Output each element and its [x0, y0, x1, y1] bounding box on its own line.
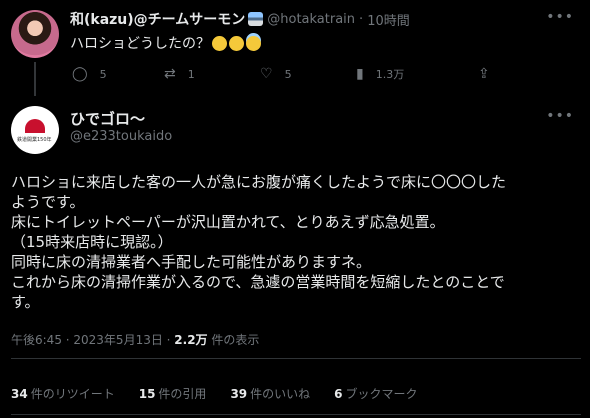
timestamp-date[interactable]: 午後6:45 · 2023年5月13日 · — [11, 333, 174, 347]
like-count: 5 — [284, 67, 292, 81]
reply-text-container: ハロショどうしたの？ — [70, 33, 261, 53]
author-name[interactable]: 和(kazu)@チームサーモン — [70, 9, 245, 29]
separator: · — [359, 11, 364, 27]
view-count: 1.3万 — [375, 68, 405, 81]
views-value: 2.2万 — [174, 333, 208, 347]
reply-actions: ◯ 5 ⇄ 1 ♡ 5 ▮ 1.3万 ⇪ — [72, 66, 502, 82]
like-button[interactable]: ♡ 5 — [260, 66, 292, 82]
author-name[interactable]: ひでゴロ〜 — [70, 108, 145, 129]
more-icon[interactable]: ••• — [546, 108, 574, 124]
avatar[interactable]: 鉄道開業150年 — [11, 106, 59, 154]
tweet-text-line: ようです。 — [11, 193, 85, 211]
tweet-text-line: これから床の清掃作業が入るので、急遽の営業時間を短縮したとのことで — [11, 273, 505, 291]
tweet-text-line: 同時に床の清掃業者へ手配した可能性がありますネ。 — [11, 253, 372, 271]
likes-label: 件のいいね — [250, 387, 311, 401]
more-icon[interactable]: ••• — [546, 9, 574, 25]
retweet-button[interactable]: ⇄ 1 — [164, 66, 195, 82]
timestamp[interactable]: 10時間 — [367, 10, 410, 29]
share-button[interactable]: ⇪ — [478, 66, 502, 82]
views-icon: ▮ — [356, 66, 364, 82]
bookmarks-stat[interactable]: 6 ブックマーク — [334, 385, 417, 402]
reply-tweet[interactable]: 和(kazu)@チームサーモン @hotakatrain · 10時間 ••• … — [0, 0, 590, 96]
retweets-label: 件のリツイート — [30, 387, 115, 401]
quotes-stat[interactable]: 15 件の引用 — [139, 385, 207, 402]
sleepy-face-emoji-icon — [212, 35, 227, 51]
reply-icon: ◯ — [72, 66, 88, 82]
retweets-count: 34 — [11, 387, 28, 401]
reply-count: 5 — [99, 67, 107, 81]
likes-stat[interactable]: 39 件のいいね — [230, 385, 310, 402]
train-emoji-icon — [248, 12, 264, 26]
tweet-text-line: ハロショに来店した客の一人が急にお腹が痛くしたようで床に〇〇〇した — [11, 173, 507, 191]
avatar-logo-text: 鉄道開業150年 — [17, 137, 52, 143]
author-handle[interactable]: @hotakatrain — [267, 12, 355, 27]
reply-text: ハロショどうしたの？ — [70, 36, 210, 52]
quotes-label: 件の引用 — [158, 387, 207, 401]
views-button[interactable]: ▮ 1.3万 — [356, 66, 404, 82]
bookmarks-count: 6 — [334, 387, 343, 401]
share-icon: ⇪ — [478, 66, 490, 82]
likes-count: 39 — [230, 387, 248, 401]
quotes-count: 15 — [138, 387, 156, 401]
tweet-text-line: （15時来店時に現認。） — [11, 233, 173, 251]
retweet-count: 1 — [187, 67, 195, 81]
views-label: 件の表示 — [207, 333, 260, 347]
bookmarks-label: ブックマーク — [345, 387, 418, 401]
sleepy-face-emoji-icon — [229, 35, 244, 51]
thread-line — [34, 62, 36, 96]
heart-icon: ♡ — [260, 66, 273, 82]
tweet-body: ハロショに来店した客の一人が急にお腹が痛くしたようで床に〇〇〇した ようです。 … — [11, 172, 581, 312]
divider — [11, 414, 581, 415]
divider — [11, 358, 581, 359]
tweet-text-line: す。 — [11, 293, 40, 311]
halo-face-emoji-icon — [246, 35, 261, 51]
retweets-stat[interactable]: 34 件のリツイート — [11, 385, 115, 402]
tweet-text-line: 床にトイレットペーパーが沢山置かれて、とりあえず応急処置。 — [11, 213, 445, 231]
engagement-stats: 34 件のリツイート 15 件の引用 39 件のいいね 6 ブックマーク — [11, 385, 442, 402]
reply-button[interactable]: ◯ 5 — [72, 66, 107, 82]
tweet-timestamp: 午後6:45 · 2023年5月13日 · 2.2万 件の表示 — [11, 331, 259, 348]
author-handle[interactable]: @e233toukaido — [70, 129, 172, 144]
logo-image — [25, 119, 45, 133]
avatar[interactable] — [11, 10, 59, 58]
retweet-icon: ⇄ — [164, 66, 176, 82]
reply-header: 和(kazu)@チームサーモン @hotakatrain · 10時間 — [70, 9, 410, 29]
